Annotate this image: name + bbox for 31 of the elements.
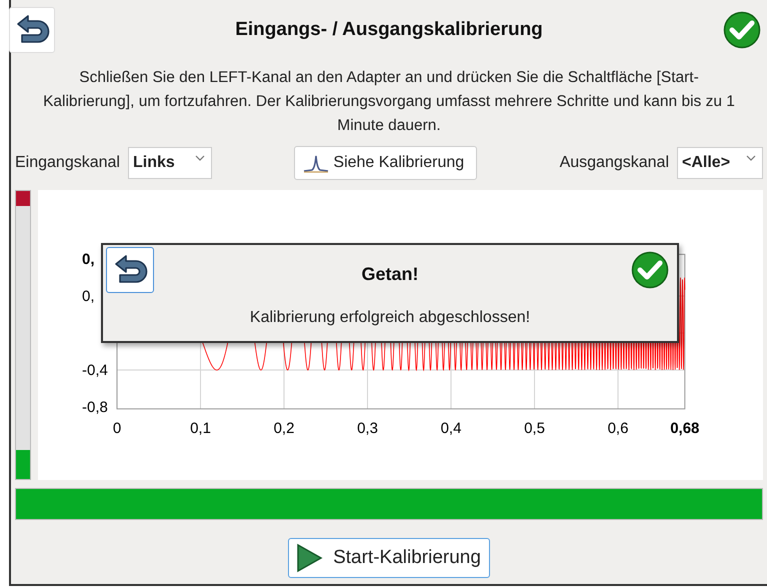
play-icon xyxy=(295,543,324,573)
input-channel-label: Eingangskanal xyxy=(15,153,120,173)
y-axis-label: 0, xyxy=(82,251,95,268)
output-channel-dropdown[interactable]: <Alle> xyxy=(677,147,763,179)
y-axis-label: 0, xyxy=(82,288,95,305)
dialog-title: Eingangs- / Ausgangskalibrierung xyxy=(234,18,544,42)
y-axis-label: -0,8 xyxy=(82,399,108,416)
dropdown-caret-icon xyxy=(746,154,756,162)
output-channel-label: Ausgangskanal xyxy=(560,153,669,173)
x-axis-label: 0,6 xyxy=(608,420,628,437)
x-axis-label: 0,1 xyxy=(190,420,211,437)
back-button[interactable] xyxy=(9,7,55,53)
y-axis-label: -0,4 xyxy=(82,362,108,379)
x-axis-label: 0 xyxy=(112,420,122,437)
check-icon xyxy=(631,251,669,289)
x-axis-label: 0,68 xyxy=(670,420,700,437)
instructions-text: Schließen Sie den LEFT-Kanal an den Adapter an und drücken Sie die Schaltfläche [Start-Kalibrierung], um fortzufahren. Der Kalibrierungsvorgang umfasst mehrere Schritte und kann bis zu 1 Minute dauern. xyxy=(42,68,736,136)
x-axis-label: 0,5 xyxy=(524,420,545,437)
popup-back-button[interactable] xyxy=(106,247,154,293)
x-axis-label: 0,4 xyxy=(440,420,462,437)
start-calibration-button[interactable]: Start-Kalibrierung xyxy=(288,538,490,578)
input-channel-dropdown[interactable]: Links xyxy=(128,147,212,179)
view-calibration-button[interactable]: Siehe Kalibrierung xyxy=(294,146,478,180)
curve-icon xyxy=(303,153,330,173)
x-axis-label: 0,2 xyxy=(274,420,294,437)
popup-title: Getan! xyxy=(360,263,420,286)
back-arrow-icon xyxy=(112,254,148,286)
dropdown-caret-icon xyxy=(194,154,205,162)
x-axis-label: 0,3 xyxy=(357,420,378,437)
check-icon xyxy=(723,11,761,49)
popup-message: Kalibrierung erfolgreich abgeschlossen! xyxy=(248,308,532,328)
